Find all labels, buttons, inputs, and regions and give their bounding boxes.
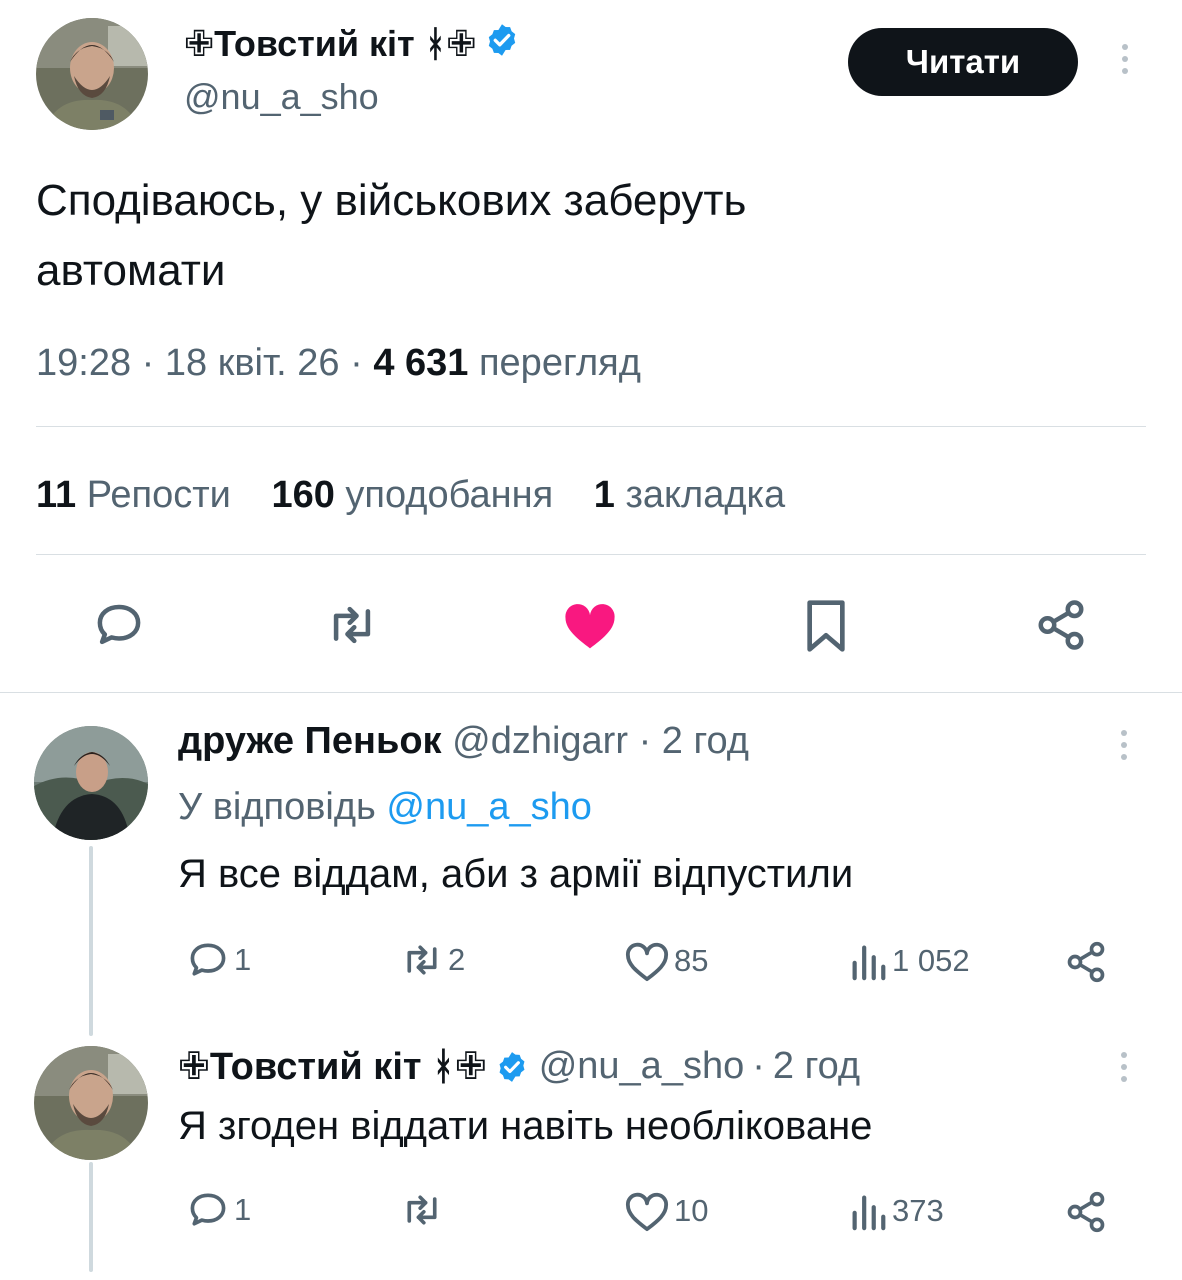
reply-header: ✙Товстий кіт ᚼ✙ @nu_a_sho · 2 год <box>178 1044 860 1089</box>
author-handle[interactable]: @nu_a_sho <box>184 76 379 118</box>
reply-reply-button[interactable]: 1 <box>186 938 251 982</box>
heart-icon <box>565 604 615 649</box>
meta-separator: · <box>350 342 363 384</box>
share-nodes-icon <box>1067 941 1105 983</box>
author-name[interactable]: ✙Товстий кіт ᚼ✙ <box>184 22 520 66</box>
reply-button[interactable] <box>92 598 146 652</box>
bar-chart-icon <box>852 1195 886 1231</box>
meta-separator: · <box>752 1045 765 1087</box>
tweet-text-line1: Сподіваюсь, у військових заберуть <box>36 176 747 225</box>
tweet-stats: 11 Репости 160 уподобання 1 закладка <box>36 474 785 517</box>
reply-text: Я все віддам, аби з армії відпустили <box>178 852 854 896</box>
reply-author-name[interactable]: ✙Товстий кіт ᚼ✙ <box>178 1044 487 1089</box>
bar-chart-icon <box>852 945 886 981</box>
reply-share-button[interactable] <box>1064 940 1108 984</box>
reply-avatar[interactable] <box>34 726 148 840</box>
bookmark-icon <box>807 600 845 652</box>
views-label: перегляд <box>478 342 641 384</box>
views-count: 1 052 <box>892 943 970 978</box>
reposts-label: Репости <box>86 474 231 516</box>
repost-arrows-icon <box>333 606 371 644</box>
speech-bubble-icon <box>190 1193 226 1226</box>
reply-repost-button[interactable] <box>400 1190 448 1230</box>
reply-share-button[interactable] <box>1064 1190 1108 1234</box>
divider <box>36 554 1146 555</box>
tweet-text-line2: автомати <box>36 246 226 295</box>
likes-label: уподобання <box>345 474 554 516</box>
reply-like-button[interactable]: 85 <box>624 940 708 982</box>
like-count: 10 <box>674 1193 709 1228</box>
tweet-date[interactable]: 18 квіт. 26 <box>165 342 340 384</box>
divider <box>0 692 1182 693</box>
bookmark-button[interactable] <box>802 598 850 654</box>
share-nodes-icon <box>1038 600 1084 650</box>
meta-separator: · <box>638 720 652 762</box>
repost-arrows-icon <box>407 945 437 975</box>
like-count: 85 <box>674 943 709 978</box>
views-count: 4 631 <box>373 342 469 384</box>
author-avatar[interactable] <box>36 18 148 130</box>
meta-separator: · <box>141 342 155 384</box>
follow-button[interactable]: Читати <box>848 28 1078 96</box>
reply-views-button[interactable]: 1 052 <box>848 940 970 982</box>
reply-count: 1 <box>234 942 252 977</box>
reply-to-prefix: У відповідь <box>178 786 376 828</box>
likes-stat[interactable]: 160 уподобання <box>271 474 563 516</box>
share-nodes-icon <box>1067 1191 1105 1233</box>
thread-line <box>89 1162 93 1272</box>
reply-author-name[interactable]: друже Пеньок <box>178 720 442 762</box>
reply-text: Я згоден віддати навіть необліковане <box>178 1104 873 1148</box>
bookmarks-label: закладка <box>625 474 786 516</box>
thread-line <box>89 846 93 1036</box>
likes-count: 160 <box>271 474 335 516</box>
divider <box>36 426 1146 427</box>
more-options-icon[interactable] <box>1118 730 1130 760</box>
reply-author-handle[interactable]: @nu_a_sho <box>539 1045 745 1088</box>
share-button[interactable] <box>1034 598 1088 652</box>
repost-arrows-icon <box>407 1195 437 1225</box>
bookmarks-count: 1 <box>593 474 615 516</box>
tweet-text: Сподіваюсь, у військових заберуть автома… <box>36 166 746 306</box>
repost-count: 2 <box>448 942 466 977</box>
speech-bubble-icon <box>97 604 141 645</box>
more-options-icon[interactable] <box>1118 1052 1130 1082</box>
reply-header: друже Пеньок @dzhigarr · 2 год <box>178 720 749 763</box>
views-count: 373 <box>892 1193 944 1228</box>
reply-repost-button[interactable]: 2 <box>400 940 465 980</box>
reply-avatar[interactable] <box>34 1046 148 1160</box>
reply-reply-button[interactable]: 1 <box>186 1188 251 1232</box>
heart-icon <box>625 942 669 982</box>
repost-button[interactable] <box>324 600 380 650</box>
heart-icon <box>625 1192 669 1232</box>
verified-badge-icon <box>495 1050 529 1084</box>
author-name-text: ✙Товстий кіт ᚼ✙ <box>184 23 477 64</box>
bookmarks-stat[interactable]: 1 закладка <box>594 474 785 516</box>
speech-bubble-icon <box>190 943 226 976</box>
reposts-count: 11 <box>36 474 77 516</box>
like-button[interactable] <box>560 598 620 652</box>
reply-like-button[interactable]: 10 <box>624 1190 708 1232</box>
reply-views-button[interactable]: 373 <box>848 1190 944 1232</box>
reply-count: 1 <box>234 1192 252 1227</box>
tweet-meta: 19:28 · 18 квіт. 26 · 4 631 перегляд <box>36 342 641 385</box>
reply-age[interactable]: 2 год <box>662 720 749 762</box>
reply-to-handle-link[interactable]: @nu_a_sho <box>386 786 592 828</box>
tweet-time[interactable]: 19:28 <box>36 342 131 384</box>
reposts-stat[interactable]: 11 Репости <box>36 474 241 516</box>
reply-age[interactable]: 2 год <box>773 1045 860 1088</box>
more-options-icon[interactable] <box>1119 44 1131 74</box>
reply-author-handle[interactable]: @dzhigarr <box>452 720 628 762</box>
reply-to-line: У відповідь @nu_a_sho <box>178 786 592 829</box>
verified-badge-icon <box>484 22 520 67</box>
